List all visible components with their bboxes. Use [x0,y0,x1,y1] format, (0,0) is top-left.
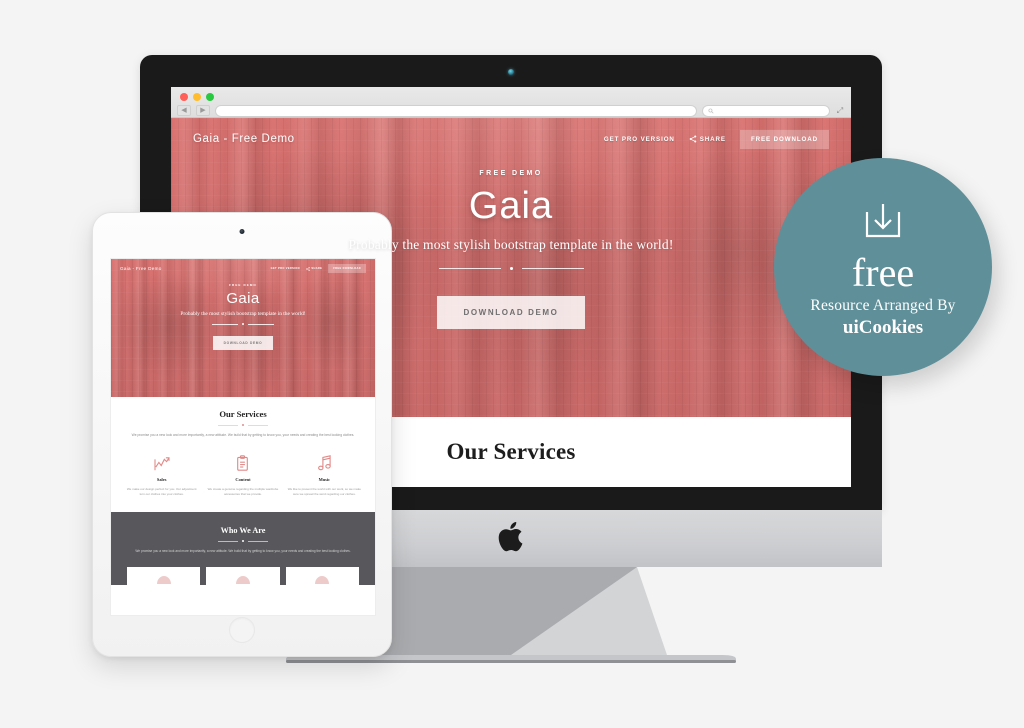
clipboard-icon [206,453,279,471]
back-icon[interactable]: ◀ [177,105,191,116]
ipad-screen: Gaia - Free Demo GET PRO VERSION SHARE F… [110,258,376,616]
tablet-hero-divider [111,323,375,325]
search-icon [708,108,714,113]
tablet-services-heading: Our Services [219,409,267,419]
tablet-nav-free-download-button[interactable]: FREE DOWNLOAD [328,264,366,273]
tablet-hero-title: Gaia [226,290,260,307]
site-nav-links: GET PRO VERSION SHARE FREE DOWNLOAD [604,129,829,149]
tablet-who-we-are-section: Who We Are We promise you a new look and… [111,512,375,585]
scene: ◀ ▶ ⤢ Gaia - Free Demo GET PRO VERSION S… [0,0,1024,728]
tablet-services-lead: We promise you a new look and more impor… [131,433,355,437]
team-card[interactable] [206,566,280,585]
address-bar[interactable] [215,104,697,117]
service-column-content: Content We create a genuine regarding th… [206,453,279,498]
minimize-icon[interactable] [193,93,201,101]
share-icon [689,135,697,143]
nav-share-label: SHARE [699,135,726,143]
browser-toolbar: ◀ ▶ ⤢ [171,103,851,118]
tablet-hero-download-demo-button[interactable]: DOWNLOAD DEMO [212,336,274,350]
who-we-are-divider [127,540,359,543]
close-icon[interactable] [180,93,188,101]
tablet-services-columns: Sales We make our design perfect for you… [125,453,361,498]
service-text-sales: We make our design perfect for you. Our … [126,486,197,497]
tablet-services-section: Our Services We promise you a new look a… [111,397,375,513]
who-we-are-lead: We promise you a new look and more impor… [135,549,351,554]
tablet-hero-eyebrow: FREE DEMO [229,283,257,287]
webcam-icon [508,69,514,75]
hero-subtitle: Probably the most stylish bootstrap temp… [348,237,674,252]
badge-free-label: free [851,249,915,295]
who-we-are-cards [127,566,359,585]
tablet-nav-share-label: SHARE [311,267,323,270]
share-icon [306,266,310,271]
line-chart-icon [125,453,198,471]
tablet-site-brand[interactable]: Gaia - Free Demo [120,266,162,271]
service-title-music: Music [318,476,331,482]
home-button-icon[interactable] [229,617,255,643]
service-title-sales: Sales [156,476,167,482]
team-card[interactable] [285,566,359,585]
tablet-services-divider [125,424,361,426]
hero-download-demo-button[interactable]: DOWNLOAD DEMO [437,296,585,329]
site-brand[interactable]: Gaia - Free Demo [193,133,295,145]
tablet-hero-center: FREE DEMO Gaia Probably the most stylish… [111,283,375,350]
maximize-icon[interactable] [206,93,214,101]
hero-title: Gaia [468,185,554,227]
service-text-content: We create a genuine regarding the multip… [207,486,279,497]
apple-logo-icon [498,522,523,552]
window-traffic-lights[interactable] [180,93,214,101]
who-we-are-heading: Who We Are [220,526,266,536]
search-input[interactable] [702,104,830,117]
nav-share[interactable]: SHARE [689,135,726,143]
service-title-content: Content [235,476,251,482]
tablet-site-navbar: Gaia - Free Demo GET PRO VERSION SHARE F… [111,259,375,278]
music-note-icon [288,453,361,471]
nav-get-pro-version[interactable]: GET PRO VERSION [604,136,675,143]
service-column-sales: Sales We make our design perfect for you… [125,453,198,498]
forward-icon[interactable]: ▶ [196,105,210,116]
tablet-nav-share[interactable]: SHARE [306,266,323,271]
tablet-nav-links: GET PRO VERSION SHARE FREE DOWNLOAD [271,264,366,273]
hero-divider [436,267,586,270]
hero-eyebrow: FREE DEMO [479,170,543,177]
service-column-music: Music We like to present the world with … [288,453,361,498]
badge-brand-label: uiCookies [842,316,924,338]
download-box-icon [859,196,907,244]
browser-chrome: ◀ ▶ ⤢ [171,87,851,118]
tablet-nav-get-pro-version[interactable]: GET PRO VERSION [271,267,300,270]
nav-free-download-button[interactable]: FREE DOWNLOAD [739,129,829,149]
site-navbar: Gaia - Free Demo GET PRO VERSION SHARE F… [171,118,851,160]
tablet-hero-subtitle: Probably the most stylish bootstrap temp… [180,311,306,317]
fullscreen-icon[interactable]: ⤢ [835,106,845,115]
services-heading: Our Services [446,439,576,464]
team-card[interactable] [127,566,201,585]
service-text-music: We like to present the world with our wo… [287,486,361,497]
